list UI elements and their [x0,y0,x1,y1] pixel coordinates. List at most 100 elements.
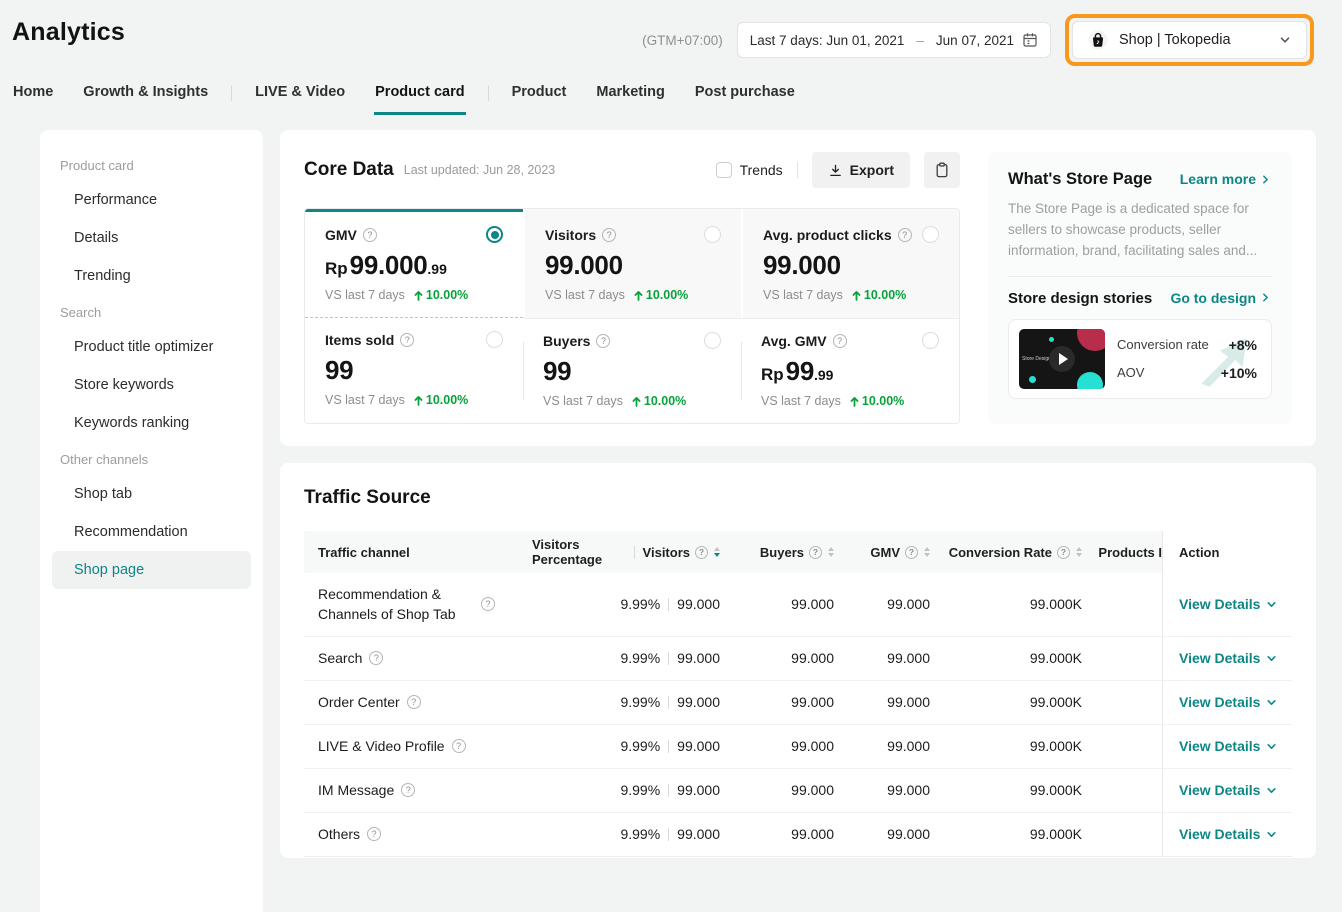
video-thumbnail[interactable]: Store Design Guide [1019,329,1105,389]
help-icon[interactable]: ? [452,739,466,753]
stat-label: AOV [1117,365,1144,380]
help-icon[interactable]: ? [367,827,381,841]
sidebar-item[interactable]: Product title optimizer [40,328,263,366]
story-stats: Conversion rate +8% AOV +10% [1117,329,1261,389]
trends-checkbox[interactable] [716,162,732,178]
help-icon[interactable]: ? [898,228,912,242]
nav-tab[interactable]: Product card [374,80,465,115]
metric-card[interactable]: Items sold ? 99 VS last 7 days 10.0 [305,318,523,423]
sidebar-item[interactable]: Trending [40,257,263,295]
help-icon[interactable]: ? [602,228,616,242]
view-details-button[interactable]: View Details [1179,738,1278,754]
metric-radio[interactable] [922,332,939,349]
visitors-cell: 9.99% 99.000 [532,650,720,666]
visitors-cell: 9.99% 99.000 [532,782,720,798]
help-icon[interactable]: ? [1057,546,1070,559]
help-icon[interactable]: ? [401,783,415,797]
topbar-right: (GTM+07:00) Last 7 days: Jun 01, 2021 – … [642,14,1314,66]
metric-head: Items sold ? [325,331,503,348]
sidebar-item[interactable]: Store keywords [40,366,263,404]
column-gmv[interactable]: GMV ? [834,545,930,560]
sidebar-item[interactable]: Recommendation [40,513,263,551]
help-icon[interactable]: ? [407,695,421,709]
view-details-button[interactable]: View Details [1179,782,1278,798]
view-details-button[interactable]: View Details [1179,650,1278,666]
trends-toggle[interactable]: Trends [716,162,783,178]
column-visitors[interactable]: Visitors Percentage Visitors ? [532,537,720,567]
visitors-cell: 9.99% 99.000 [532,694,720,710]
change-badge: 10.00% [414,288,468,302]
cell-divider [668,652,669,665]
help-icon[interactable]: ? [809,546,822,559]
learn-more-link[interactable]: Learn more [1180,171,1272,187]
change-value: 10.00% [862,394,904,408]
nav-tab[interactable]: Home [12,80,54,115]
metric-radio[interactable] [486,331,503,348]
table-row: Recommendation & Channels of Shop Tab ? … [304,573,1292,637]
channel-cell: Others ? [304,813,532,855]
metric-card[interactable]: Avg. GMV ? Rp99.99 VS last 7 days 1 [741,318,959,423]
help-icon[interactable]: ? [695,546,708,559]
sidebar-item[interactable]: Keywords ranking [40,404,263,442]
table-row: LIVE & Video Profile ? 9.99% 99.000 99.0… [304,725,1292,769]
vs-label: VS last 7 days [761,394,841,408]
store-page-title: What's Store Page [1008,170,1152,189]
change-value: 10.00% [426,393,468,407]
table-row: Search ? 9.99% 99.000 99.000 99.000 99.0… [304,637,1292,681]
nav-tab[interactable]: Product [511,80,568,115]
metric-card[interactable]: Buyers ? 99 VS last 7 days 10.00% [523,318,741,423]
help-icon[interactable]: ? [400,333,414,347]
gmv-cell: 99.000 [834,694,930,710]
metric-radio[interactable] [922,226,939,243]
value-decimals: .99 [427,261,446,277]
metric-card[interactable]: Visitors ? 99.000 VS last 7 days 10 [523,209,741,318]
chevron-down-icon [1265,784,1278,797]
gmv-cell: 99.000 [834,738,930,754]
nav-tab[interactable]: LIVE & Video [254,80,346,115]
column-visitors-label: Visitors [643,545,690,560]
channel-cell: Recommendation & Channels of Shop Tab ? [304,573,532,636]
gmv-cell: 99.000 [834,782,930,798]
view-details-button[interactable]: View Details [1179,596,1278,612]
sidebar-item[interactable]: Details [40,219,263,257]
vs-label: VS last 7 days [325,288,405,302]
metric-radio[interactable] [704,332,721,349]
clipboard-button[interactable] [924,152,960,188]
view-details-button[interactable]: View Details [1179,826,1278,842]
export-button[interactable]: Export [812,152,910,188]
help-icon[interactable]: ? [369,651,383,665]
nav-tab[interactable]: Growth & Insights [82,80,209,115]
shop-selector[interactable]: ♪ ♪ ♪ Shop | Tokopedia [1072,21,1307,59]
visitors-percentage-value: 9.99% [620,738,660,754]
story-card[interactable]: Store Design Guide Conversion rate +8% [1008,319,1272,399]
view-details-label: View Details [1179,826,1260,842]
channel-name: IM Message [318,780,394,800]
nav-tab[interactable]: Post purchase [694,80,796,115]
sidebar-item[interactable]: Shop page [52,551,251,589]
export-label: Export [850,162,894,178]
help-icon[interactable]: ? [481,597,495,611]
metric-radio[interactable] [486,226,503,243]
sidebar-section: Other channels Shop tab Recommendation S… [40,442,263,589]
table-header: Traffic channel Visitors Percentage Visi… [304,531,1292,573]
column-conversion-rate[interactable]: Conversion Rate ? [930,545,1082,560]
nav-tab[interactable]: Marketing [595,80,666,115]
column-products-truncated: Products I [1082,545,1162,560]
column-conversion-rate-label: Conversion Rate [949,545,1052,560]
go-to-design-link[interactable]: Go to design [1170,290,1272,306]
date-range-picker[interactable]: Last 7 days: Jun 01, 2021 – Jun 07, 2021 [737,22,1051,58]
column-buyers[interactable]: Buyers ? [720,545,834,560]
sidebar-item[interactable]: Shop tab [40,475,263,513]
vs-label: VS last 7 days [325,393,405,407]
sidebar-item[interactable]: Performance [40,181,263,219]
help-icon[interactable]: ? [596,334,610,348]
metric-card[interactable]: Avg. product clicks ? 99.000 VS last 7 d… [741,209,959,318]
metric-label: GMV [325,227,357,243]
help-icon[interactable]: ? [833,334,847,348]
help-icon[interactable]: ? [905,546,918,559]
view-details-button[interactable]: View Details [1179,694,1278,710]
last-updated-label: Last updated: Jun 28, 2023 [404,163,556,177]
metric-card[interactable]: GMV ? Rp99.000.99 VS last 7 days 10 [305,209,523,318]
metric-radio[interactable] [704,226,721,243]
help-icon[interactable]: ? [363,228,377,242]
